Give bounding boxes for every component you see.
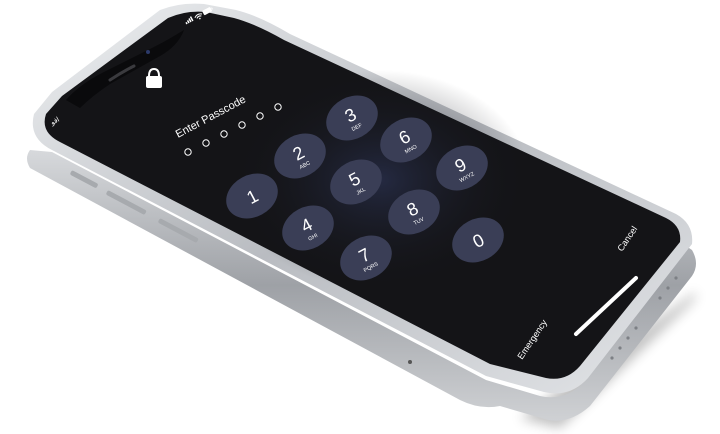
phone-mockup: افو Enter Passcode 1 2 ABC 3 DEF 4 GHI 5 JKL 6 MNO… (0, 0, 720, 434)
phone-illustration: افو Enter Passcode 12ABC3DEF4GHI5JKL6MNO… (27, 3, 697, 428)
front-camera (146, 50, 150, 54)
sim-tray-pin (408, 360, 412, 364)
